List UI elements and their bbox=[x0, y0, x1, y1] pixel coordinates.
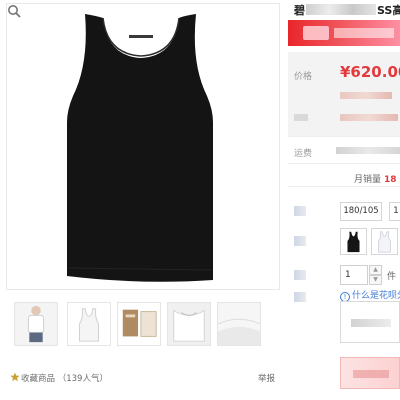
promo-label-obscured bbox=[294, 114, 308, 121]
product-info-panel: 碧 SS高端 价格 ¥620.00 运费 月销量18 180/105 1 bbox=[288, 0, 400, 400]
price-box: 价格 ¥620.00 bbox=[288, 52, 400, 136]
buy-button-label-obscured bbox=[353, 370, 389, 378]
help-link-text: 什么是花呗分 bbox=[352, 291, 400, 301]
title-obscured bbox=[306, 4, 376, 15]
promo-info-obscured bbox=[340, 92, 392, 99]
promo-tag bbox=[303, 26, 329, 40]
favorite-link[interactable]: 收藏商品 （139人气） bbox=[21, 372, 108, 384]
thumbnail-5[interactable] bbox=[217, 302, 261, 346]
product-title: 碧 SS高端 bbox=[294, 2, 400, 18]
color-label-obscured bbox=[294, 236, 306, 246]
favorite-row: 收藏商品 （139人气） 举报 bbox=[10, 372, 275, 386]
magnifier-icon[interactable] bbox=[7, 4, 21, 18]
size-label-obscured bbox=[294, 206, 306, 216]
color-option-white[interactable] bbox=[371, 228, 398, 255]
title-end: SS高端 bbox=[377, 4, 400, 17]
thumbnail-fabric-detail-image bbox=[168, 303, 210, 345]
star-icon[interactable] bbox=[10, 372, 20, 382]
sales-row: 月销量 18 bbox=[288, 163, 400, 187]
thumbnail-texture-image bbox=[218, 303, 260, 345]
title-start: 碧 bbox=[294, 4, 305, 17]
white-swatch-image bbox=[372, 229, 397, 254]
installment-option[interactable] bbox=[340, 301, 400, 343]
shipping-row: 运费 bbox=[288, 136, 400, 162]
installment-help-link[interactable]: !什么是花呗分 bbox=[340, 288, 400, 302]
shipping-label: 运费 bbox=[294, 149, 313, 159]
thumbnail-model-image bbox=[15, 303, 57, 345]
quantity-increase-button[interactable]: ▲ bbox=[369, 265, 382, 275]
promo-detail-obscured bbox=[340, 114, 398, 121]
thumbnail-2[interactable] bbox=[67, 302, 111, 346]
favorite-count: （139人气） bbox=[57, 374, 108, 384]
size-option-2[interactable]: 1 bbox=[389, 202, 400, 221]
black-tank-top-image bbox=[67, 14, 213, 282]
quantity-unit: 件 bbox=[387, 272, 397, 282]
main-product-image[interactable] bbox=[6, 3, 280, 290]
favorite-label: 收藏商品 bbox=[21, 374, 56, 384]
thumbnail-white-tank-image bbox=[68, 303, 110, 345]
thumbnail-4[interactable] bbox=[167, 302, 211, 346]
price-value: ¥620.00 bbox=[340, 63, 400, 81]
quantity-label-obscured bbox=[294, 270, 306, 280]
sales-label: 月销量 bbox=[354, 175, 382, 185]
color-option-black[interactable] bbox=[340, 228, 367, 255]
product-gallery: 收藏商品 （139人气） 举报 bbox=[0, 0, 290, 400]
size-option-1[interactable]: 180/105 bbox=[340, 202, 382, 221]
installment-label-obscured bbox=[294, 292, 306, 302]
thumbnail-package-image bbox=[118, 303, 160, 345]
promotion-banner[interactable] bbox=[288, 20, 400, 46]
installment-option-obscured bbox=[351, 319, 391, 327]
buy-now-button[interactable] bbox=[340, 357, 400, 389]
report-link[interactable]: 举报 bbox=[258, 372, 275, 384]
black-swatch-image bbox=[341, 229, 366, 254]
shipping-detail-obscured bbox=[336, 147, 400, 154]
sales-count: 18 bbox=[384, 175, 397, 185]
thumbnail-strip bbox=[14, 302, 284, 348]
quantity-decrease-button[interactable]: ▼ bbox=[369, 275, 382, 285]
promo-text-obscured bbox=[334, 28, 394, 38]
quantity-input[interactable] bbox=[340, 265, 368, 285]
thumbnail-3[interactable] bbox=[117, 302, 161, 346]
monthly-sales: 月销量 18 bbox=[354, 172, 397, 185]
thumbnail-1[interactable] bbox=[14, 302, 58, 346]
price-label: 价格 bbox=[294, 72, 313, 82]
